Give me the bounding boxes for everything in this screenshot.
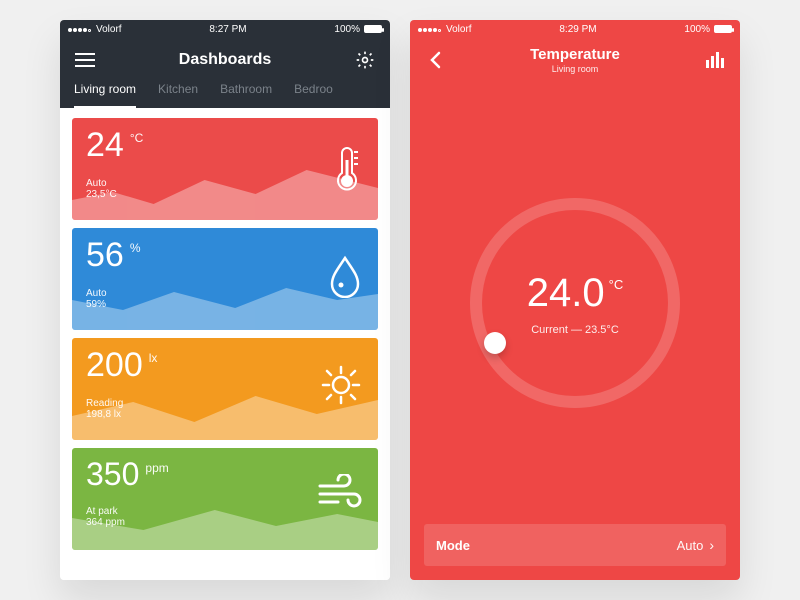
room-tabs: Living room Kitchen Bathroom Bedroo xyxy=(60,82,390,108)
clock-label: 8:27 PM xyxy=(209,24,246,35)
dial-unit: °C xyxy=(609,277,624,292)
air-quality-card[interactable]: 350ppm At park 364 ppm xyxy=(72,448,378,550)
lux-unit: lx xyxy=(149,352,158,364)
hum-mode: Auto xyxy=(86,288,364,299)
back-icon[interactable] xyxy=(424,49,446,71)
temperature-detail-screen: Volorf 8:29 PM 100% Temperature Living r… xyxy=(410,20,740,580)
tab-kitchen[interactable]: Kitchen xyxy=(158,82,198,108)
wind-icon xyxy=(316,474,362,517)
page-title: Temperature xyxy=(530,46,620,63)
light-card[interactable]: 200lx Reading 198,8 lx xyxy=(72,338,378,440)
page-title: Dashboards xyxy=(179,51,271,69)
mode-selector[interactable]: Mode Auto › xyxy=(424,524,726,566)
settings-icon[interactable] xyxy=(354,49,376,71)
battery-label: 100% xyxy=(684,24,710,35)
temperature-card[interactable]: 24 °C Auto 23,5°C xyxy=(72,118,378,220)
signal-dots-icon xyxy=(418,24,442,35)
tab-living-room[interactable]: Living room xyxy=(74,82,136,108)
status-bar: Volorf 8:29 PM 100% xyxy=(410,20,740,38)
status-bar: Volorf 8:27 PM 100% xyxy=(60,20,390,38)
chart-icon[interactable] xyxy=(704,49,726,71)
mode-label: Mode xyxy=(436,538,470,553)
page-subtitle: Living room xyxy=(530,64,620,74)
hum-value: 56 xyxy=(86,238,124,272)
dial-value: 24.0 xyxy=(527,271,605,316)
temp-unit: °C xyxy=(130,132,143,144)
chevron-right-icon: › xyxy=(709,537,714,553)
menu-icon[interactable] xyxy=(74,49,96,71)
tab-bathroom[interactable]: Bathroom xyxy=(220,82,272,108)
signal-dots-icon xyxy=(68,24,92,35)
air-value: 350 xyxy=(86,458,139,490)
air-unit: ppm xyxy=(145,462,168,474)
temp-mode: Auto xyxy=(86,178,364,189)
carrier-label: Volorf xyxy=(446,24,472,35)
hum-sub: 59% xyxy=(86,299,364,310)
tab-bedroom[interactable]: Bedroo xyxy=(294,82,333,108)
temp-value: 24 xyxy=(86,128,124,162)
air-sub: 364 ppm xyxy=(86,517,364,528)
mode-value: Auto xyxy=(677,538,704,553)
temp-sub: 23,5°C xyxy=(86,189,364,200)
temperature-dial[interactable]: 24.0 °C Current — 23.5°C xyxy=(470,198,680,408)
humidity-card[interactable]: 56% Auto 59% xyxy=(72,228,378,330)
dial-knob[interactable] xyxy=(484,332,506,354)
battery-label: 100% xyxy=(334,24,360,35)
clock-label: 8:29 PM xyxy=(559,24,596,35)
carrier-label: Volorf xyxy=(96,24,122,35)
dashboard-screen: Volorf 8:27 PM 100% Dashboards Living ro… xyxy=(60,20,390,580)
dial-current-label: Current — 23.5°C xyxy=(531,324,619,336)
thermometer-icon xyxy=(332,144,362,197)
sun-icon xyxy=(320,364,362,411)
lux-value: 200 xyxy=(86,348,143,382)
droplet-icon xyxy=(328,254,362,303)
hum-unit: % xyxy=(130,242,141,254)
battery-icon xyxy=(364,25,382,33)
battery-icon xyxy=(714,25,732,33)
